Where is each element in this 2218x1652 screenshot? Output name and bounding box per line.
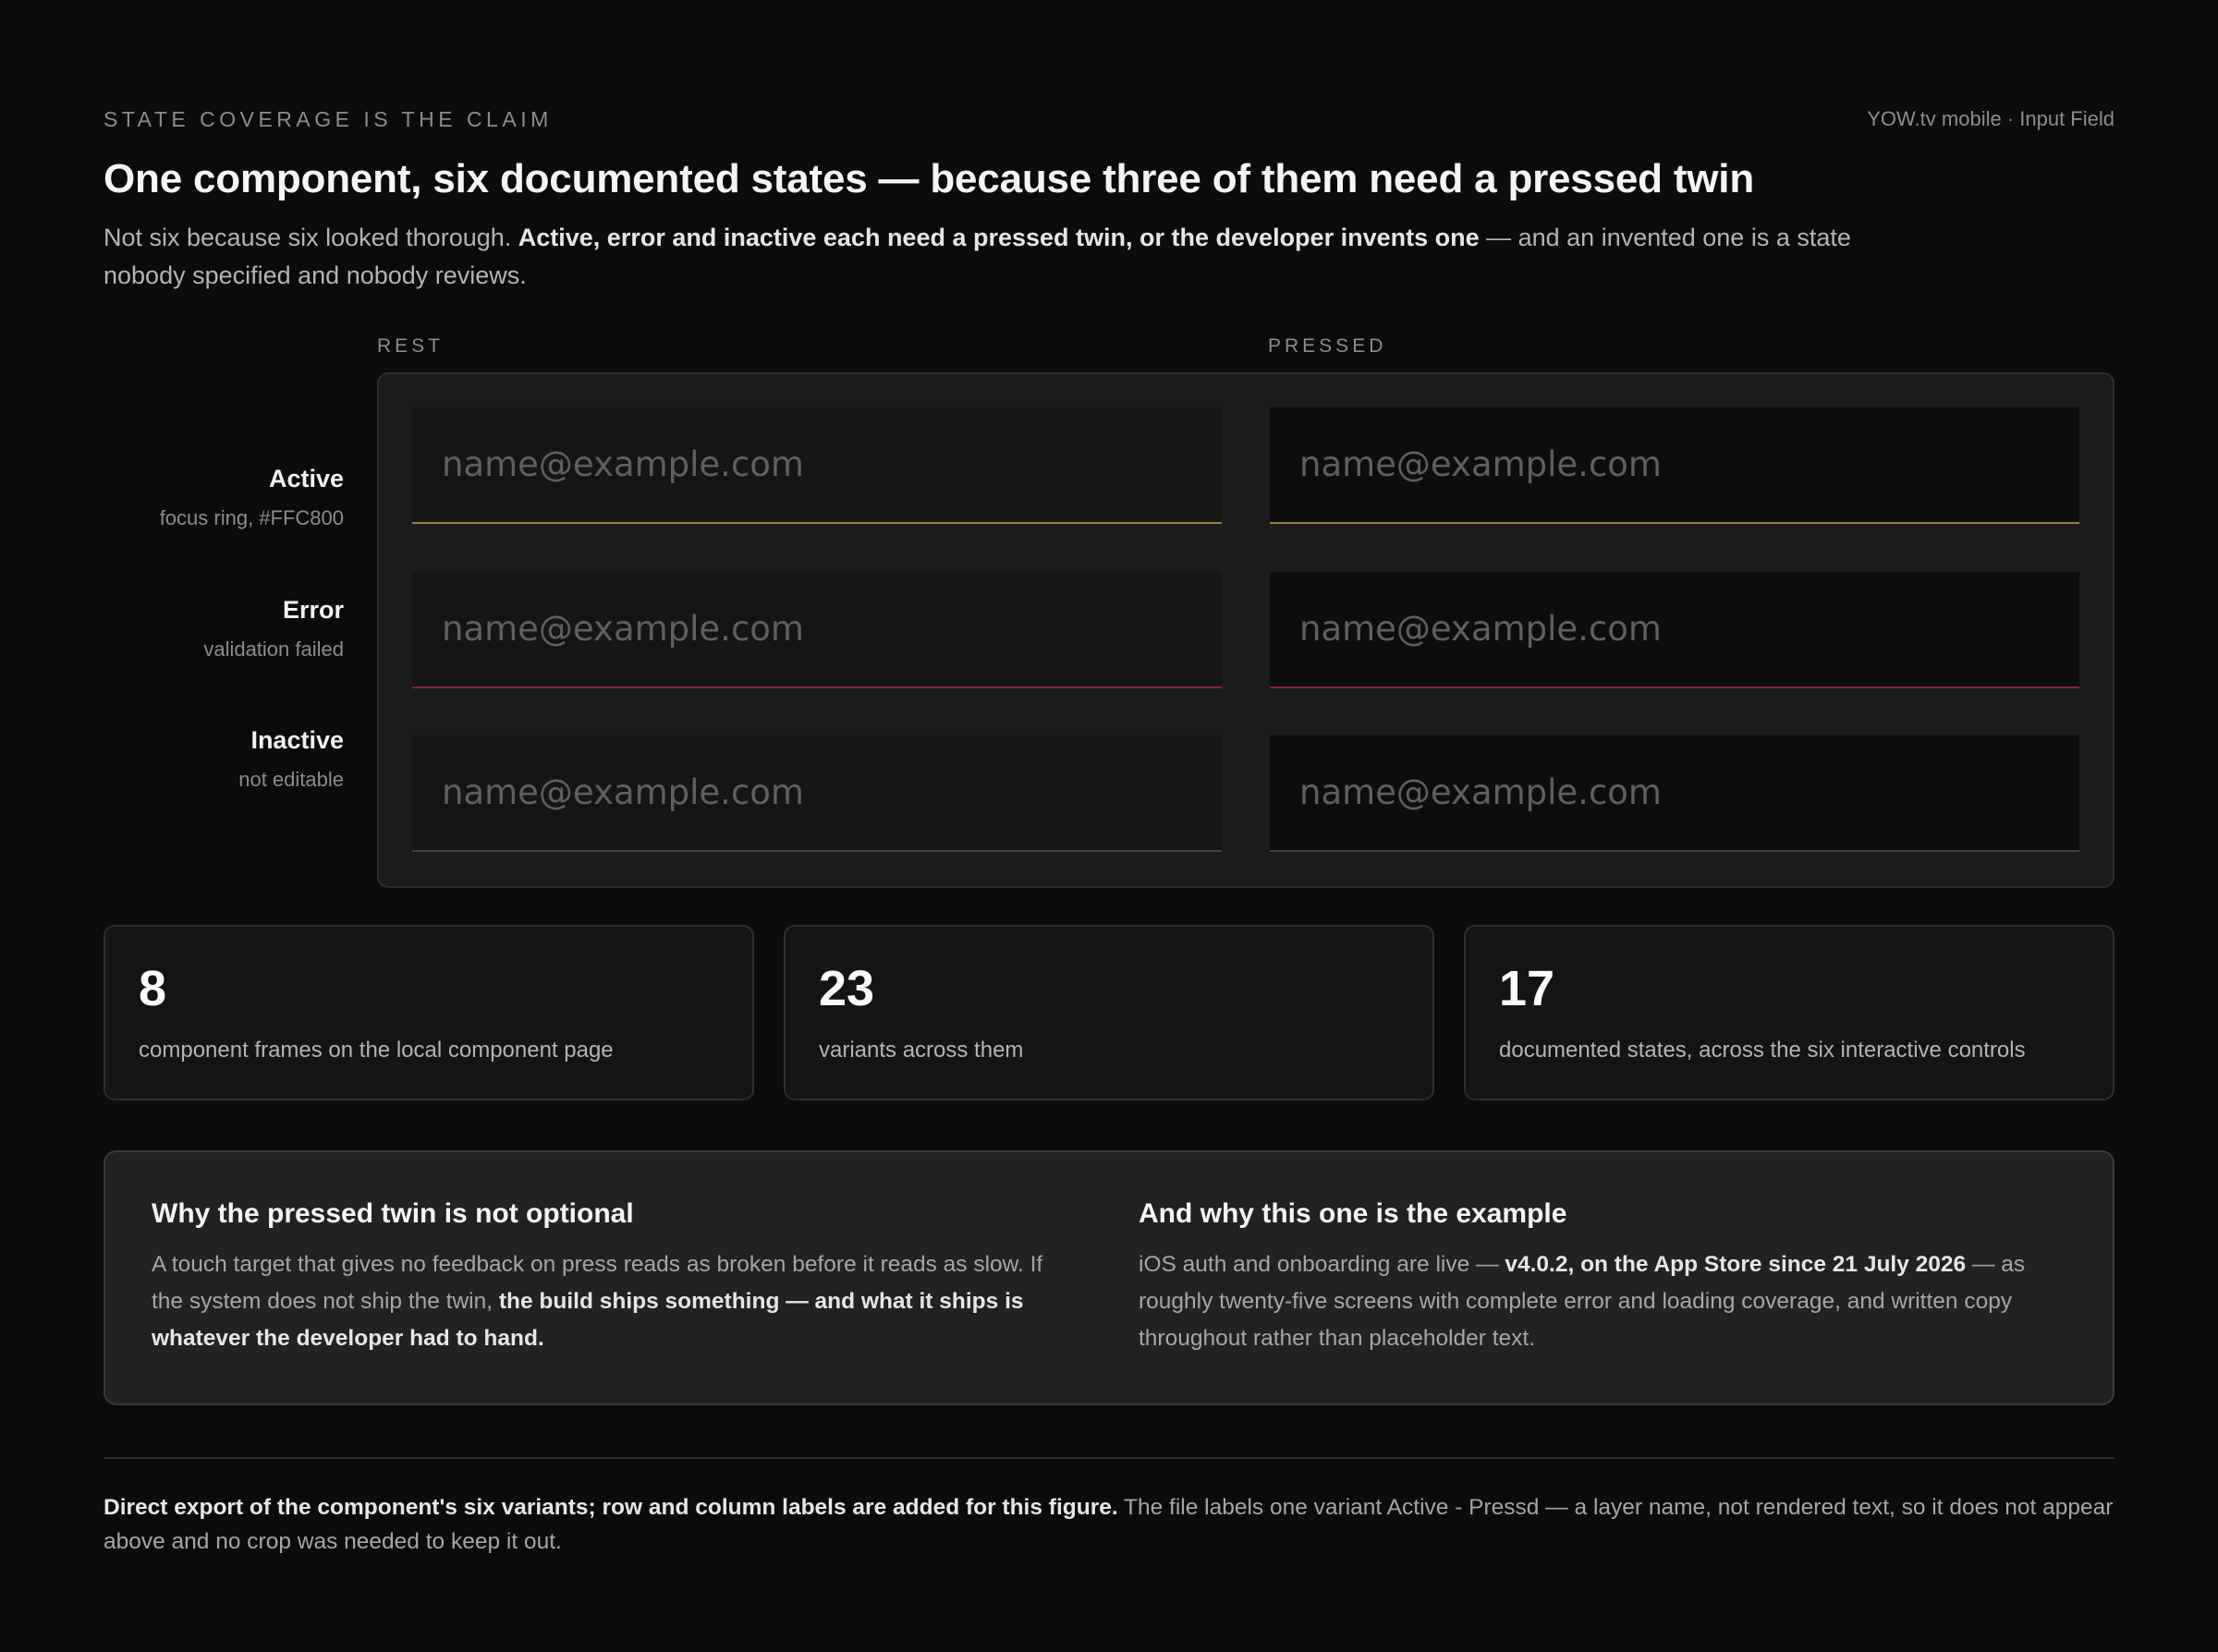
page-title: One component, six documented states — b… [104, 156, 1755, 201]
row-label-inactive: Inactive not editable [104, 726, 344, 792]
state-matrix: Active focus ring, #FFC800 Error validat… [104, 371, 2114, 888]
rationale-right-emphasis: v4.0.2, on the App Store since 21 July 2… [1505, 1251, 1967, 1277]
rationale-right-body: iOS auth and onboarding are live — v4.0.… [1139, 1246, 2063, 1357]
row-name: Active [268, 464, 344, 492]
input-error-rest[interactable]: name@example.com [412, 571, 1222, 688]
stat-card-frames: 8 component frames on the local componen… [104, 924, 754, 1100]
row-label-error: Error validation failed [104, 596, 344, 662]
lede-emphasis: Active, error and inactive each need a p… [518, 223, 1480, 251]
column-label-rest: REST [377, 334, 445, 357]
rationale-left: Why the pressed twin is not optional A t… [152, 1198, 1076, 1357]
stat-card-variants: 23 variants across them [784, 924, 1434, 1100]
rationale-right-text: iOS auth and onboarding are live — [1139, 1251, 1505, 1277]
input-inactive-rest: name@example.com [412, 735, 1222, 852]
stat-label: documented states, across the six intera… [1499, 1037, 2026, 1063]
column-labels: REST PRESSED [104, 335, 2114, 372]
lede-text: Not six because six looked thorough. [104, 223, 518, 251]
eyebrow: STATE COVERAGE IS THE CLAIM [104, 107, 553, 131]
stat-label: variants across them [819, 1037, 1024, 1063]
stat-value: 17 [1499, 960, 1555, 1016]
input-active-pressed[interactable]: name@example.com [1270, 407, 2079, 524]
page: STATE COVERAGE IS THE CLAIM YOW.tv mobil… [104, 103, 2114, 1559]
header-row: STATE COVERAGE IS THE CLAIM YOW.tv mobil… [104, 103, 2114, 133]
input-error-pressed[interactable]: name@example.com [1270, 571, 2079, 688]
stat-value: 23 [819, 960, 875, 1016]
row-name: Error [282, 595, 344, 624]
file-meta: YOW.tv mobile · Input Field [1867, 107, 2114, 130]
rationale-left-title: Why the pressed twin is not optional [152, 1197, 634, 1229]
stats-row: 8 component frames on the local componen… [104, 924, 2114, 1100]
row-note: focus ring, #FFC800 [159, 505, 344, 529]
row-name: Inactive [250, 725, 344, 754]
footnote: Direct export of the component's six var… [104, 1490, 2114, 1559]
stat-value: 8 [139, 960, 167, 1016]
rationale-right: And why this one is the example iOS auth… [1139, 1198, 2063, 1357]
row-note: not editable [238, 767, 344, 791]
divider [104, 1456, 2114, 1459]
row-note: validation failed [203, 637, 344, 661]
row-label-active: Active focus ring, #FFC800 [104, 465, 344, 530]
rationale-right-title: And why this one is the example [1139, 1197, 1567, 1229]
input-inactive-pressed: name@example.com [1270, 735, 2079, 852]
stat-label: component frames on the local component … [139, 1037, 614, 1063]
input-active-rest[interactable]: name@example.com [412, 407, 1222, 524]
column-label-pressed: PRESSED [1268, 334, 1387, 357]
rationale-left-body: A touch target that gives no feedback on… [152, 1246, 1076, 1357]
component-frame: name@example.com name@example.com name@e… [377, 371, 2114, 888]
lede: Not six because six looked thorough. Act… [104, 219, 1859, 295]
rationale-panel: Why the pressed twin is not optional A t… [104, 1149, 2114, 1405]
stat-card-states: 17 documented states, across the six int… [1464, 924, 2114, 1100]
footnote-emphasis: Direct export of the component's six var… [104, 1494, 1118, 1520]
